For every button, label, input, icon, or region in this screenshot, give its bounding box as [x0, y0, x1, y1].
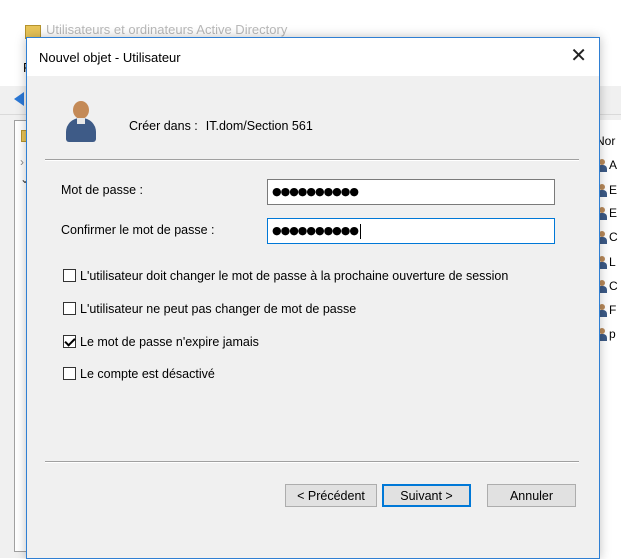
checkbox-box-checked[interactable] [63, 335, 76, 348]
list-item[interactable]: A [597, 158, 621, 174]
confirm-password-label: Confirmer le mot de passe : [61, 223, 215, 237]
next-button[interactable]: Suivant > [382, 484, 471, 507]
list-item[interactable]: E [597, 206, 621, 222]
list-item-label: E [609, 206, 618, 220]
back-button[interactable]: < Précédent [285, 484, 377, 507]
dialog-titlebar[interactable]: Nouvel objet - Utilisateur ✕ [27, 38, 599, 76]
list-item-label: F [609, 303, 617, 317]
separator [45, 159, 579, 161]
create-in-label: Créer dans : [129, 119, 198, 133]
back-arrow-icon[interactable] [14, 92, 24, 106]
new-user-dialog: Nouvel objet - Utilisateur ✕ Créer dans … [26, 37, 600, 559]
dialog-title: Nouvel objet - Utilisateur [39, 50, 181, 65]
create-in-path: IT.dom/Section 561 [205, 119, 313, 133]
cancel-button[interactable]: Annuler [487, 484, 576, 507]
confirm-password-value: ●●●●●●●●●● [272, 224, 359, 237]
list-item-label: L [609, 255, 616, 269]
list-item[interactable]: E [597, 183, 621, 199]
checkbox-label[interactable]: L'utilisateur ne peut pas changer de mot… [80, 301, 356, 317]
close-button[interactable]: ✕ [570, 43, 587, 68]
chevron-right-icon[interactable]: › [20, 155, 24, 169]
list-item[interactable]: C [597, 279, 621, 295]
list-item-label: A [609, 158, 618, 172]
list-item-label: E [609, 183, 618, 197]
checkbox-label[interactable]: Le mot de passe n'expire jamais [80, 334, 259, 350]
create-in-info: Créer dans : IT.dom/Section 561 [129, 119, 313, 133]
password-field[interactable]: ●●●●●●●●●● [267, 179, 555, 205]
separator [45, 461, 579, 463]
checkbox-box[interactable] [63, 269, 76, 282]
background-window-title: Utilisateurs et ordinateurs Active Direc… [46, 22, 288, 37]
list-item[interactable]: C [597, 230, 621, 246]
text-caret [359, 223, 361, 239]
list-item[interactable]: F [597, 303, 621, 319]
checkbox-box[interactable] [63, 302, 76, 315]
checkbox-box[interactable] [63, 367, 76, 380]
list-item-label: C [609, 230, 618, 244]
list-item[interactable]: p [597, 327, 621, 343]
password-label: Mot de passe : [61, 183, 143, 197]
list-item-label: p [609, 327, 616, 341]
password-value: ●●●●●●●●●● [272, 185, 359, 198]
user-icon [65, 101, 97, 143]
list-item-label: C [609, 279, 618, 293]
checkbox-label[interactable]: Le compte est désactivé [80, 366, 215, 382]
confirm-password-field[interactable]: ●●●●●●●●●● [267, 218, 555, 244]
list-item[interactable]: L [597, 255, 621, 271]
checkbox-label[interactable]: L'utilisateur doit changer le mot de pas… [80, 268, 508, 284]
